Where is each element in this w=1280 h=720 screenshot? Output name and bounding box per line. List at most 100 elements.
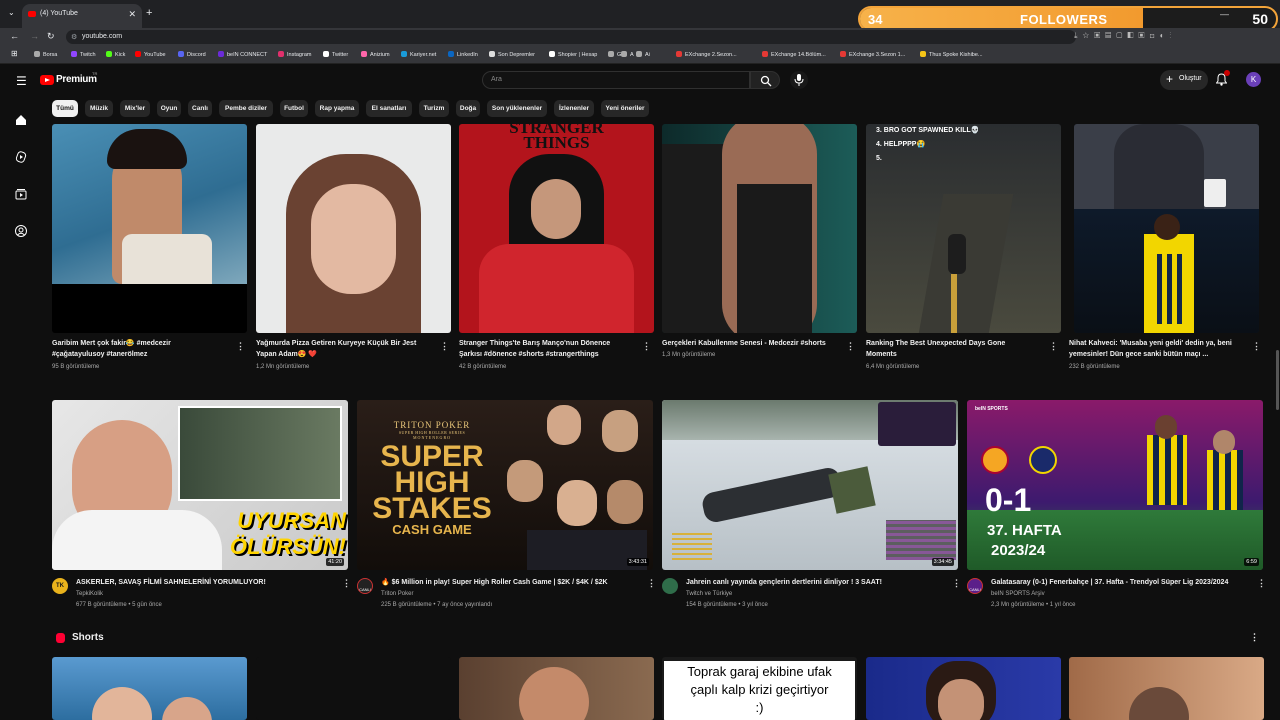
tab-search-icon[interactable]: ⌄: [8, 8, 15, 17]
video-title[interactable]: Stranger Things'te Barış Manço'nun Dönen…: [459, 338, 644, 360]
more-actions-icon[interactable]: ⋮: [846, 341, 855, 352]
chip-4[interactable]: Canlı: [188, 100, 212, 117]
chip-2[interactable]: Mix'ler: [120, 100, 150, 117]
short-thumbnail[interactable]: [459, 657, 654, 720]
home-icon[interactable]: [14, 113, 28, 127]
channel-name[interactable]: Triton Poker: [381, 589, 413, 600]
channel-avatar-live[interactable]: CANLI: [967, 578, 983, 594]
channel-avatar-live[interactable]: CANLI: [357, 578, 373, 594]
video-title[interactable]: Nihat Kahveci: 'Musaba yeni geldi' dedin…: [1069, 338, 1249, 360]
more-actions-icon[interactable]: ⋮: [1049, 341, 1058, 352]
hamburger-menu-icon[interactable]: ☰: [16, 74, 27, 88]
extension-icons[interactable]: ⤓☆▣▤▢◧▣⊡◐⋮: [1074, 31, 1176, 41]
bookmark-item[interactable]: A: [621, 51, 634, 58]
short-thumbnail[interactable]: [1069, 657, 1264, 720]
video-title[interactable]: 🔥 $6 Million in play! Super High Roller …: [381, 577, 641, 588]
video-thumbnail[interactable]: [1074, 124, 1259, 333]
notifications-button[interactable]: [1215, 70, 1230, 91]
search-input[interactable]: Ara: [482, 71, 750, 89]
video-title[interactable]: Gerçekleri Kabullenme Senesi - Medcezir …: [662, 338, 847, 349]
page-scrollbar[interactable]: [1276, 350, 1279, 410]
more-actions-icon[interactable]: ⋮: [236, 341, 245, 352]
video-title[interactable]: Garibim Mert çok fakir😂 #medcezir #çağata…: [52, 338, 232, 360]
chip-5[interactable]: Pembe diziler: [219, 100, 273, 117]
chip-1[interactable]: Müzik: [85, 100, 113, 117]
bookmark-item[interactable]: LinkedIn: [448, 51, 478, 58]
channel-avatar[interactable]: [662, 578, 678, 594]
video-thumbnail[interactable]: 3. BRO GOT SPAWNED KILL💀 4. HELPPPP😭 5.: [866, 124, 1061, 333]
chip-3[interactable]: Oyun: [157, 100, 181, 117]
bookmark-item[interactable]: YouTube: [135, 51, 166, 58]
bookmark-item[interactable]: Ai: [636, 51, 650, 58]
chip-9[interactable]: Turizm: [419, 100, 449, 117]
bookmark-item[interactable]: EXchange 3.Sezon 1...: [840, 51, 905, 58]
video-title[interactable]: Galatasaray (0-1) Fenerbahçe | 37. Hafta…: [991, 577, 1253, 588]
bookmark-item[interactable]: Borsa: [34, 51, 57, 58]
channel-name[interactable]: beIN SPORTS Arşiv: [991, 589, 1045, 600]
chip-7[interactable]: Rap yapma: [315, 100, 359, 117]
chip-11[interactable]: Son yüklenenler: [487, 100, 547, 117]
shorts-icon[interactable]: [14, 150, 28, 164]
shorts-more-actions-icon[interactable]: ⋮: [1250, 632, 1259, 643]
channel-name[interactable]: Twitch ve Türkiye: [686, 589, 732, 600]
video-thumbnail[interactable]: [662, 124, 857, 333]
bookmark-item[interactable]: Son Depremler: [489, 51, 535, 58]
short-thumbnail[interactable]: [866, 657, 1061, 720]
more-actions-icon[interactable]: ⋮: [440, 341, 449, 352]
more-actions-icon[interactable]: ⋮: [647, 578, 656, 589]
account-avatar[interactable]: K: [1246, 72, 1261, 87]
bookmark-item[interactable]: Shopier | Hesap: [549, 51, 597, 58]
video-title[interactable]: Jahrein canlı yayında gençlerin dertleri…: [686, 577, 946, 588]
bookmark-item[interactable]: beIN CONNECT: [218, 51, 267, 58]
video-title[interactable]: Yağmurda Pizza Getiren Kuryeye Küçük Bir…: [256, 338, 441, 360]
back-arrow-icon[interactable]: ←: [10, 31, 19, 41]
chip-12[interactable]: İzlenenler: [554, 100, 594, 117]
video-thumbnail[interactable]: TRITON POKER SUPER HIGH ROLLER SERIES MO…: [357, 400, 653, 570]
more-actions-icon[interactable]: ⋮: [342, 578, 351, 589]
bookmark-item[interactable]: Kick: [106, 51, 125, 58]
channel-name[interactable]: TepkiKolik: [76, 589, 103, 600]
more-actions-icon[interactable]: ⋮: [642, 341, 651, 352]
bookmark-item[interactable]: Twitter: [323, 51, 348, 58]
video-thumbnail[interactable]: beIN SPORTS 0-1 37. HAFTA 2023/24 6:59: [967, 400, 1263, 570]
search-button[interactable]: [750, 71, 780, 89]
chip-10[interactable]: Doğa: [456, 100, 480, 117]
bookmark-item[interactable]: Discord: [178, 51, 206, 58]
bookmark-item[interactable]: Thus Spoke Kishibe...: [920, 51, 983, 58]
apps-grid-icon[interactable]: ⊞: [11, 49, 18, 58]
short-thumbnail[interactable]: Toprak garaj ekibine ufak çaplı kalp kri…: [662, 657, 857, 720]
bookmark-item[interactable]: Twitch: [71, 51, 96, 58]
video-thumbnail[interactable]: UYURSAN ÖLÜRSÜN! 41:20: [52, 400, 348, 570]
chip-8[interactable]: El sanatları: [366, 100, 412, 117]
chip-6[interactable]: Futbol: [280, 100, 308, 117]
url-bar[interactable]: ⚙ youtube.com: [66, 30, 1076, 44]
voice-search-button[interactable]: [790, 71, 808, 89]
reload-icon[interactable]: ↻: [47, 31, 55, 42]
short-thumbnail[interactable]: [256, 657, 451, 720]
minimize-window-icon[interactable]: —: [1220, 9, 1229, 19]
close-tab-icon[interactable]: ✕: [128, 9, 136, 20]
chip-13[interactable]: Yeni öneriler: [601, 100, 649, 117]
subscriptions-icon[interactable]: [14, 187, 28, 201]
forward-arrow-icon[interactable]: →: [30, 31, 39, 41]
channel-avatar[interactable]: TK: [52, 578, 68, 594]
browser-tab-youtube[interactable]: (4) YouTube ✕: [22, 4, 142, 28]
you-profile-icon[interactable]: [14, 224, 28, 238]
create-button[interactable]: + Oluştur: [1160, 70, 1208, 90]
more-actions-icon[interactable]: ⋮: [952, 578, 961, 589]
bookmark-item[interactable]: G: [608, 51, 621, 58]
bookmark-item[interactable]: Anizium: [361, 51, 390, 58]
new-tab-button[interactable]: +: [146, 7, 152, 19]
bookmark-item[interactable]: Instagram: [278, 51, 311, 58]
video-thumbnail[interactable]: [52, 124, 247, 333]
more-actions-icon[interactable]: ⋮: [1257, 578, 1266, 589]
chip-0[interactable]: Tümü: [52, 100, 78, 117]
more-actions-icon[interactable]: ⋮: [1252, 341, 1261, 352]
bookmark-item[interactable]: EXchange 2.Sezon...: [676, 51, 737, 58]
video-thumbnail[interactable]: [256, 124, 451, 333]
site-info-icon[interactable]: ⚙: [71, 33, 77, 41]
video-title[interactable]: Ranking The Best Unexpected Days Gone Mom…: [866, 338, 1046, 360]
video-thumbnail[interactable]: STRANGER THINGS: [459, 124, 654, 333]
bookmark-item[interactable]: EXchange 14.Bölüm...: [762, 51, 826, 58]
short-thumbnail[interactable]: [52, 657, 247, 720]
